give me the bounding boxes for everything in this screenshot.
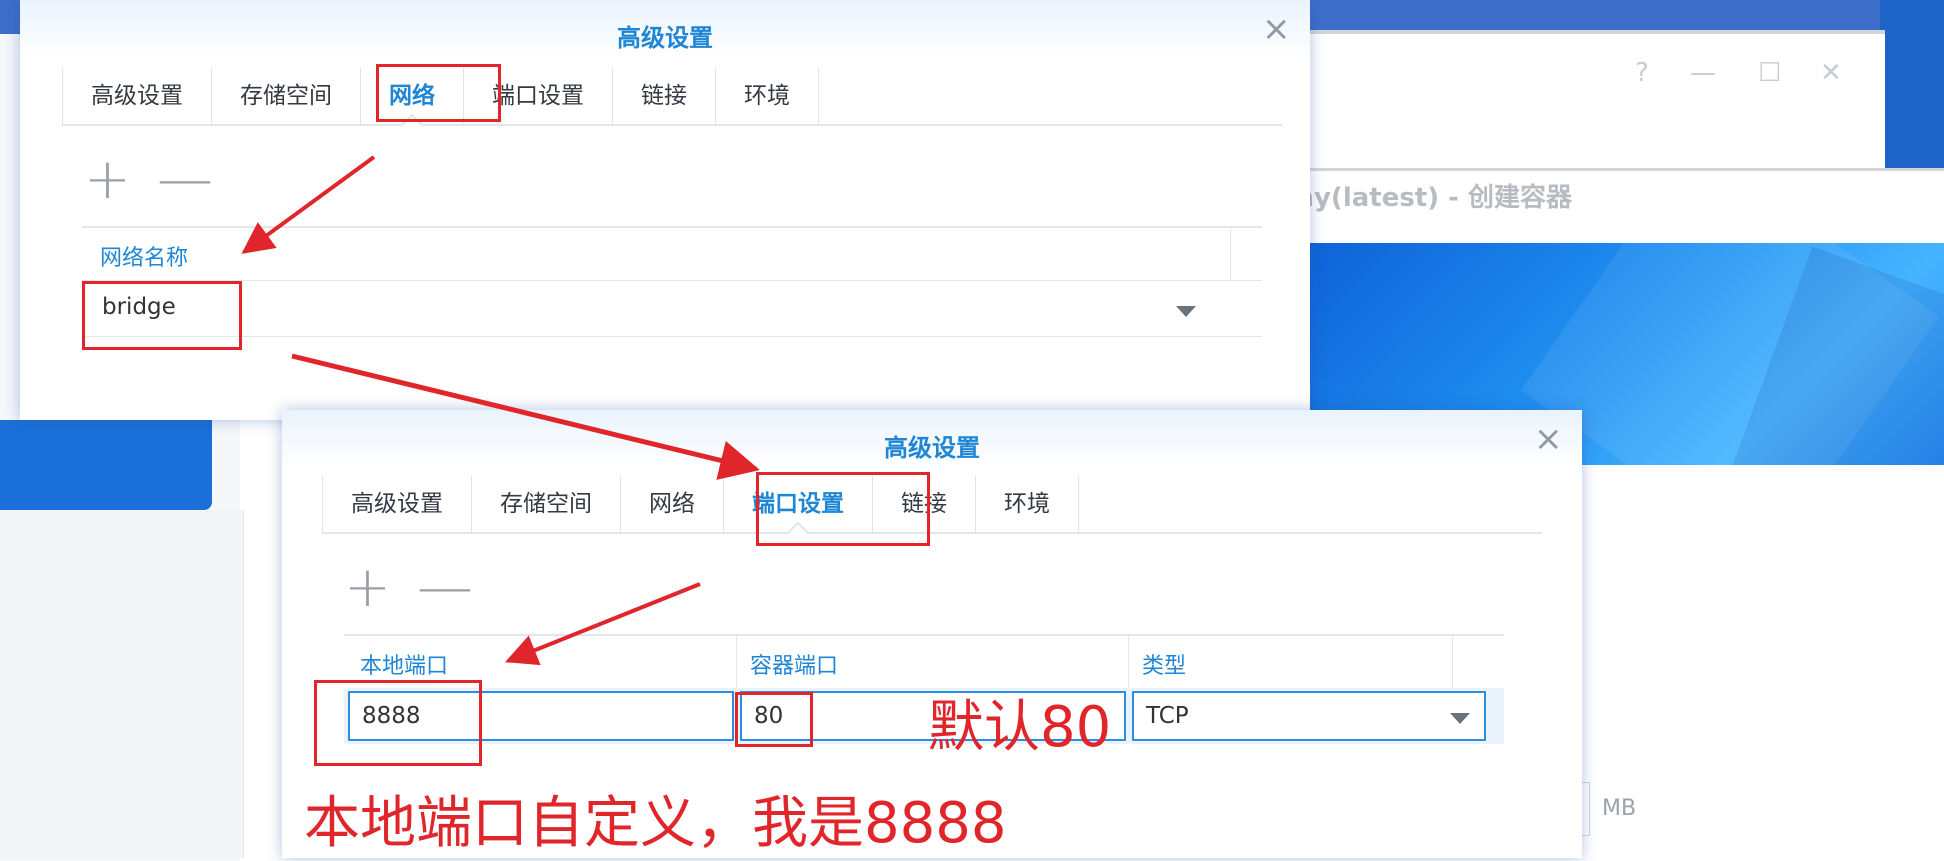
arrow-to-network-name (241, 155, 376, 254)
arrow-to-local-port (505, 582, 701, 666)
arrow-to-port-tab (291, 353, 760, 480)
annotation-arrows (241, 155, 760, 666)
